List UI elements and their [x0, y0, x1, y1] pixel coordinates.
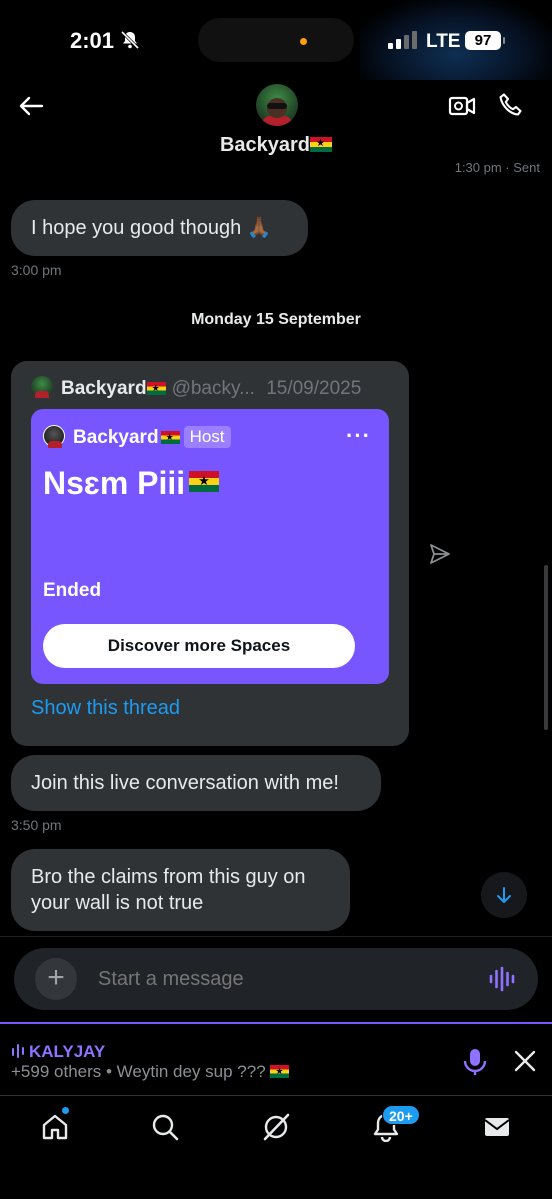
conversation-header: Backyard 1:30 pm · Sent	[0, 80, 552, 175]
share-icon[interactable]	[428, 542, 452, 566]
close-icon[interactable]	[514, 1050, 536, 1072]
live-audio-icon	[12, 1044, 24, 1058]
notification-count-badge: 20+	[382, 1105, 420, 1125]
arrow-down-icon	[497, 887, 511, 903]
space-card[interactable]: Backyard Host ··· Nsɛm Piii Ended Discove…	[31, 409, 389, 684]
shared-post-header: Backyard @backy... 15/09/2025	[31, 376, 361, 400]
signal-icon	[388, 31, 417, 49]
contact-avatar[interactable]	[256, 84, 298, 126]
post-date: 15/09/2025	[266, 378, 362, 399]
message-timestamp: 3:00 pm	[11, 262, 62, 278]
privacy-indicator	[300, 38, 307, 45]
grok-icon[interactable]	[261, 1112, 291, 1142]
date-separator: Monday 15 September	[191, 311, 361, 328]
search-icon[interactable]	[150, 1112, 180, 1142]
network-type: LTE	[426, 31, 461, 52]
voice-message-icon[interactable]	[488, 966, 516, 992]
phone-call-icon[interactable]	[498, 92, 524, 118]
contact-name[interactable]: Backyard	[0, 134, 552, 157]
message-text: Bro the claims from this guy on your wal…	[31, 866, 306, 914]
home-unread-dot	[61, 1106, 70, 1115]
host-badge: Host	[183, 426, 231, 448]
space-status: Ended	[43, 580, 102, 601]
add-attachment-button[interactable]: +	[35, 958, 77, 1000]
message-text: I hope you good though 🙏🏾	[31, 217, 272, 239]
battery-indicator: 97	[465, 31, 505, 50]
author-avatar	[31, 376, 53, 398]
message-bubble[interactable]: Join this live conversation with me!	[11, 755, 381, 811]
space-host-name: Backyard	[73, 427, 159, 448]
back-arrow-icon[interactable]	[18, 93, 44, 119]
post-author-name: Backyard	[61, 378, 147, 399]
live-space-subtitle: +599 others • Weytin dey sup ???	[11, 1062, 290, 1082]
video-call-icon[interactable]	[448, 93, 476, 119]
live-space-bar[interactable]: KALYJAY +599 others • Weytin dey sup ???	[0, 1022, 552, 1094]
ghana-flag-icon	[189, 471, 220, 492]
space-host-row: Backyard Host	[43, 425, 231, 449]
post-author-handle: @backy...	[171, 378, 255, 399]
show-thread-link[interactable]: Show this thread	[31, 697, 180, 720]
message-composer: +	[14, 948, 538, 1010]
shared-post-card[interactable]: Backyard @backy... 15/09/2025 Backyard Hos…	[11, 361, 409, 746]
ghana-flag-icon	[160, 431, 180, 444]
bell-off-icon	[120, 30, 140, 50]
ghana-flag-icon	[310, 137, 333, 152]
message-timestamp: 3:50 pm	[11, 817, 62, 833]
space-title: Nsɛm Piii	[43, 465, 220, 502]
previous-message-status: 1:30 pm · Sent	[454, 160, 540, 175]
home-icon[interactable]	[40, 1112, 70, 1142]
host-avatar	[43, 425, 65, 448]
status-time: 2:01	[70, 28, 115, 53]
composer-divider	[0, 936, 552, 937]
dynamic-island	[198, 18, 354, 62]
message-bubble[interactable]: I hope you good though 🙏🏾	[11, 200, 308, 256]
message-bubble[interactable]: Bro the claims from this guy on your wal…	[11, 849, 350, 931]
message-text: Join this live conversation with me!	[31, 772, 339, 794]
scroll-to-bottom-button[interactable]	[481, 872, 527, 918]
bottom-navigation: 20+	[0, 1095, 552, 1199]
discover-spaces-button[interactable]: Discover more Spaces	[43, 624, 355, 668]
status-bar: 2:01 LTE 97	[0, 0, 552, 110]
microphone-icon[interactable]	[462, 1048, 488, 1076]
live-space-host: KALYJAY	[11, 1042, 105, 1062]
ghana-flag-icon	[270, 1065, 290, 1078]
ghana-flag-icon	[146, 382, 166, 395]
messages-icon[interactable]	[482, 1112, 512, 1142]
message-input[interactable]	[98, 966, 398, 992]
scrollbar[interactable]	[544, 565, 548, 730]
more-options-icon[interactable]: ···	[346, 425, 371, 447]
